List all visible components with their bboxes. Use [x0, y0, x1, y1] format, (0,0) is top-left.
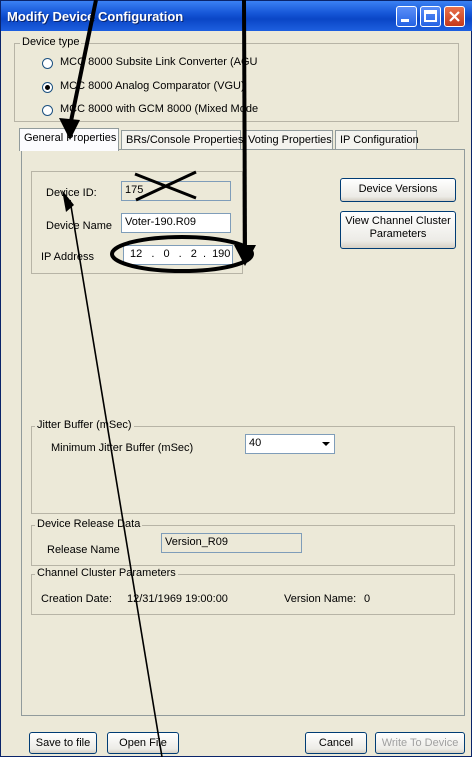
radio-vgu-label: MCC 8000 Analog Comparator (VGU) [60, 80, 245, 92]
tab-general-properties-label: General Properties [24, 132, 117, 144]
minimize-button[interactable] [396, 6, 417, 27]
version-name-value: 0 [364, 593, 371, 605]
jitter-buffer-group [31, 426, 455, 514]
device-versions-button[interactable]: Device Versions [340, 178, 456, 202]
maximize-icon [424, 10, 437, 22]
tab-ip-configuration[interactable]: IP Configuration [335, 130, 419, 150]
device-name-label: Device Name [46, 220, 113, 232]
tab-brs-console-properties-label: BRs/Console Properties [126, 134, 244, 146]
tab-ip-configuration-label: IP Configuration [340, 134, 419, 146]
tab-voting-properties[interactable]: Voting Properties [243, 130, 333, 150]
ip-octet-2: 0 [163, 248, 170, 260]
release-name-field[interactable]: Version_R09 [161, 533, 302, 553]
ip-octet-4: 190 [212, 248, 231, 260]
write-to-device-button[interactable]: Write To Device [375, 732, 465, 754]
min-jitter-label: Minimum Jitter Buffer (mSec) [51, 442, 194, 454]
window-title: Modify Device Configuration [7, 9, 184, 24]
release-name-label: Release Name [47, 544, 120, 556]
creation-date-value: 12/31/1969 19:00:00 [127, 593, 228, 605]
ip-address-label: IP Address [41, 251, 94, 263]
device-id-field[interactable]: 175 [121, 181, 231, 201]
device-release-label: Device Release Data [35, 518, 143, 530]
min-jitter-value: 40 [249, 437, 262, 449]
radio-agu[interactable] [42, 58, 53, 69]
device-id-label: Device ID: [46, 187, 97, 199]
radio-agu-label: MCC 8000 Subsite Link Converter (AGU [60, 56, 258, 68]
ip-octet-3: 2 [190, 248, 197, 260]
title-bar[interactable]: Modify Device Configuration [1, 1, 472, 31]
version-name-label: Version Name: [284, 593, 357, 605]
open-file-button[interactable]: Open File [107, 732, 179, 754]
ip-dot: . [151, 248, 155, 260]
tab-voting-properties-label: Voting Properties [248, 134, 332, 146]
maximize-button[interactable] [420, 6, 441, 27]
channel-cluster-label: Channel Cluster Parameters [35, 567, 178, 579]
ip-dot: . [202, 248, 206, 260]
save-to-file-button[interactable]: Save to file [29, 732, 97, 754]
chevron-down-icon[interactable] [321, 439, 331, 451]
view-channel-cluster-button[interactable]: View Channel Cluster Parameters [340, 211, 456, 249]
creation-date-label: Creation Date: [41, 593, 112, 605]
min-jitter-select[interactable]: 40 [245, 434, 335, 454]
jitter-buffer-label: Jitter Buffer (mSec) [35, 419, 134, 431]
tab-general-properties[interactable]: General Properties [19, 128, 119, 151]
tab-brs-console-properties[interactable]: BRs/Console Properties [121, 130, 244, 150]
close-icon [449, 11, 460, 22]
ip-dot: . [178, 248, 182, 260]
ip-address-field[interactable]: 12 . 0 . 2 . 190 [123, 245, 233, 265]
close-button[interactable] [444, 6, 465, 27]
radio-vgu[interactable] [42, 82, 53, 93]
dialog-window: Modify Device Configuration Device type … [0, 0, 472, 757]
device-type-label: Device type [20, 36, 82, 48]
radio-mixed-mode[interactable] [42, 105, 53, 116]
radio-mixed-mode-label: MCC 8000 with GCM 8000 (Mixed Mode [60, 103, 259, 115]
ip-octet-1: 12 [130, 248, 143, 260]
cancel-button[interactable]: Cancel [305, 732, 367, 754]
device-name-field[interactable]: Voter-190.R09 [121, 213, 231, 233]
minimize-icon [401, 19, 409, 22]
